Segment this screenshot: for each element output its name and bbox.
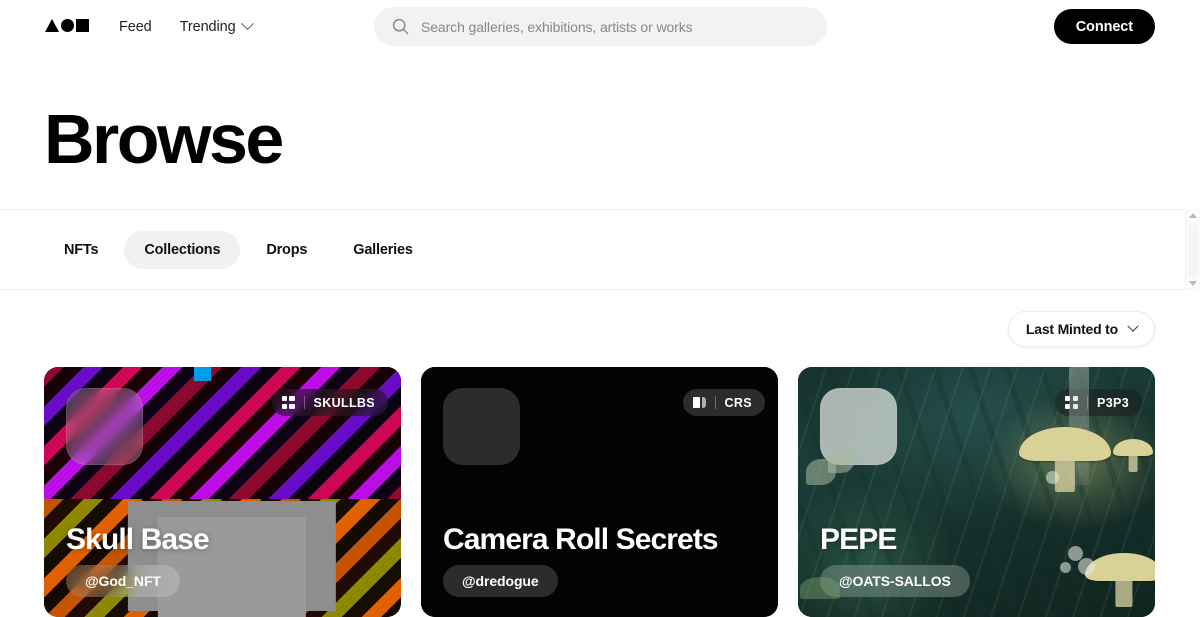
circle-icon xyxy=(61,19,74,32)
card-badge[interactable]: SKULLBS xyxy=(271,389,388,416)
card-badge[interactable]: CRS xyxy=(682,389,765,416)
sort-dropdown-label: Last Minted to xyxy=(1025,321,1118,337)
scroll-down-arrow-icon[interactable] xyxy=(1186,277,1200,290)
tab-galleries[interactable]: Galleries xyxy=(333,231,432,269)
card-title: Camera Roll Secrets xyxy=(443,523,719,556)
card-title: PEPE xyxy=(820,523,897,556)
search-input[interactable]: Search galleries, exhibitions, artists o… xyxy=(374,7,827,46)
badge-divider xyxy=(714,396,716,409)
tab-strip-container: NFTs Collections Drops Galleries xyxy=(0,209,1200,290)
collection-card-grid: SKULLBS Skull Base @God_NFT CRS Camera R… xyxy=(44,367,1156,617)
collection-card[interactable]: P3P3 PEPE @OATS-SALLOS xyxy=(798,367,1155,617)
badge-divider xyxy=(303,396,305,409)
tab-strip: NFTs Collections Drops Galleries xyxy=(44,210,433,290)
grid-dots-icon xyxy=(281,396,295,409)
square-icon xyxy=(76,19,89,32)
card-badge-label: CRS xyxy=(724,395,752,410)
avatar xyxy=(66,388,143,465)
search-placeholder-text: Search galleries, exhibitions, artists o… xyxy=(421,18,693,35)
primary-nav-links: Feed Trending xyxy=(119,0,254,53)
tab-collections[interactable]: Collections xyxy=(124,231,241,269)
card-title: Skull Base xyxy=(66,523,210,556)
nav-item-feed[interactable]: Feed xyxy=(119,19,152,35)
card-author-label: @dredogue xyxy=(462,573,539,589)
artwork-leaf xyxy=(800,577,840,599)
artwork-mushroom xyxy=(1085,553,1155,581)
book-pages-icon xyxy=(692,396,706,409)
card-author-label: @OATS-SALLOS xyxy=(839,573,951,589)
connect-button[interactable]: Connect xyxy=(1053,9,1155,44)
artwork-leaf xyxy=(828,451,854,473)
collection-card[interactable]: SKULLBS Skull Base @God_NFT xyxy=(44,367,401,617)
chevron-down-icon xyxy=(1127,320,1139,332)
artwork-accent xyxy=(194,367,211,381)
search-icon xyxy=(392,18,409,35)
vertical-scrollbar[interactable] xyxy=(1185,209,1200,290)
card-author-pill[interactable]: @God_NFT xyxy=(66,565,180,597)
triangle-icon xyxy=(45,19,59,32)
brand-logo[interactable] xyxy=(45,19,89,32)
card-author-label: @God_NFT xyxy=(85,573,161,589)
card-badge-label: SKULLBS xyxy=(313,395,375,410)
nav-item-trending[interactable]: Trending xyxy=(179,17,254,35)
artwork-glow-dot xyxy=(1060,562,1071,573)
card-badge-label: P3P3 xyxy=(1097,395,1129,410)
avatar xyxy=(443,388,520,465)
artwork-glow-dot xyxy=(1046,471,1059,484)
card-author-pill[interactable]: @OATS-SALLOS xyxy=(820,565,970,597)
page-title: Browse xyxy=(44,100,284,178)
scrollbar-thumb[interactable] xyxy=(1188,223,1199,277)
scroll-up-arrow-icon[interactable] xyxy=(1186,209,1200,222)
nav-item-trending-label: Trending xyxy=(179,18,236,35)
artwork-mushroom xyxy=(1019,427,1111,461)
chevron-down-icon xyxy=(240,17,254,31)
tab-drops[interactable]: Drops xyxy=(246,231,327,269)
artwork-glow-dot xyxy=(1078,558,1095,575)
artwork-mushroom xyxy=(1113,439,1153,456)
card-author-pill[interactable]: @dredogue xyxy=(443,565,558,597)
collection-card[interactable]: CRS Camera Roll Secrets @dredogue xyxy=(421,367,778,617)
nav-item-feed-label: Feed xyxy=(119,18,152,35)
tab-nfts[interactable]: NFTs xyxy=(44,231,118,269)
top-navigation-bar: Feed Trending Search galleries, exhibiti… xyxy=(0,0,1200,53)
sort-dropdown[interactable]: Last Minted to xyxy=(1007,311,1155,347)
